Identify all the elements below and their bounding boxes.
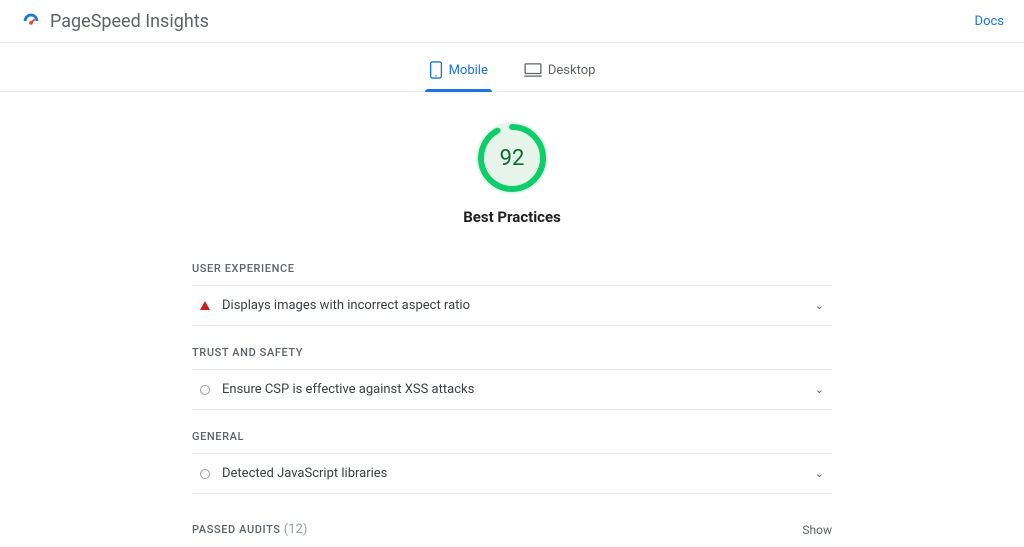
section-user-experience-title: USER EXPERIENCE <box>192 262 832 275</box>
tab-mobile-label: Mobile <box>449 63 488 78</box>
audit-left: Ensure CSP is effective against XSS atta… <box>200 382 474 397</box>
section-trust-safety-title: TRUST AND SAFETY <box>192 346 832 359</box>
gauge-score: 92 <box>476 122 548 194</box>
neutral-icon <box>200 469 210 479</box>
score-gauge-wrap: 92 Best Practices <box>192 122 832 226</box>
passed-audits-title: PASSED AUDITS <box>192 523 281 536</box>
audit-csp-xss[interactable]: Ensure CSP is effective against XSS atta… <box>192 369 832 410</box>
device-tabs: Mobile Desktop <box>0 43 1024 92</box>
audit-label: Detected JavaScript libraries <box>222 466 387 481</box>
warning-icon <box>200 301 210 310</box>
pagespeed-logo-icon <box>20 10 42 32</box>
gauge-label: Best Practices <box>463 208 561 226</box>
audit-aspect-ratio[interactable]: Displays images with incorrect aspect ra… <box>192 285 832 326</box>
desktop-icon <box>524 63 542 77</box>
tab-desktop[interactable]: Desktop <box>520 53 600 91</box>
mobile-icon <box>429 61 443 79</box>
chevron-down-icon: ⌄ <box>815 467 824 480</box>
passed-show-button[interactable]: Show <box>802 523 832 537</box>
score-gauge: 92 <box>476 122 548 194</box>
neutral-icon <box>200 385 210 395</box>
brand: PageSpeed Insights <box>20 10 209 32</box>
brand-title: PageSpeed Insights <box>50 11 209 32</box>
chevron-down-icon: ⌄ <box>815 383 824 396</box>
passed-audits-count: (12) <box>284 522 308 537</box>
audit-left: Detected JavaScript libraries <box>200 466 387 481</box>
audit-label: Ensure CSP is effective against XSS atta… <box>222 382 474 397</box>
tab-desktop-label: Desktop <box>548 63 596 78</box>
passed-audits-row: PASSED AUDITS (12) Show <box>192 522 832 537</box>
chevron-down-icon: ⌄ <box>815 299 824 312</box>
audit-js-libraries[interactable]: Detected JavaScript libraries ⌄ <box>192 453 832 494</box>
audit-left: Displays images with incorrect aspect ra… <box>200 298 470 313</box>
tab-mobile[interactable]: Mobile <box>425 53 492 91</box>
main-content: 92 Best Practices USER EXPERIENCE Displa… <box>192 92 832 547</box>
docs-link[interactable]: Docs <box>975 14 1004 29</box>
audit-label: Displays images with incorrect aspect ra… <box>222 298 470 313</box>
topbar: PageSpeed Insights Docs <box>0 0 1024 43</box>
section-general-title: GENERAL <box>192 430 832 443</box>
passed-audits-title-wrap: PASSED AUDITS (12) <box>192 522 307 537</box>
